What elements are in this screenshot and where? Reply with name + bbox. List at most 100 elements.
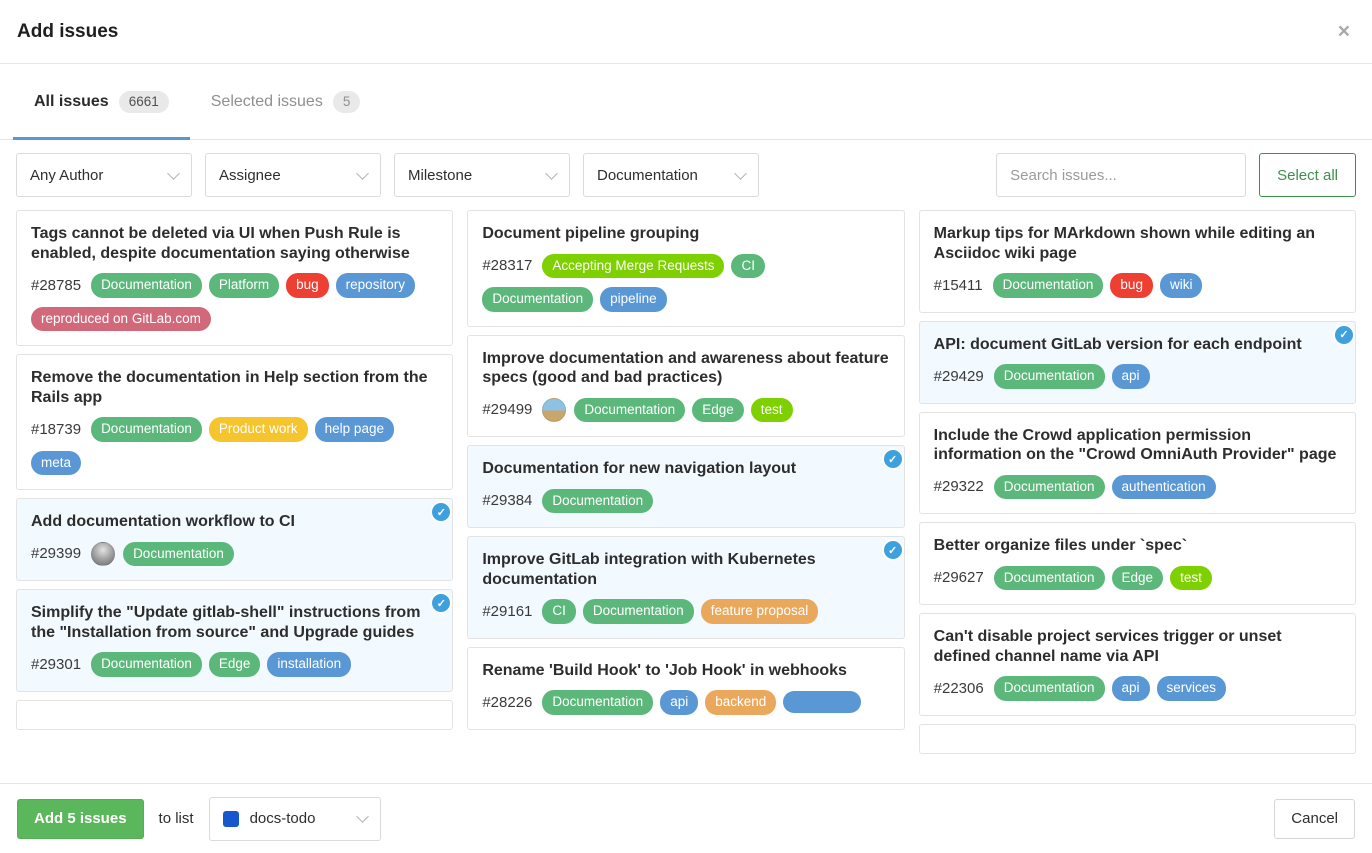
filter-dropdown-any-author[interactable]: Any Author xyxy=(16,153,192,197)
issue-label: Documentation xyxy=(994,676,1105,701)
issue-card[interactable]: Rename 'Build Hook' to 'Job Hook' in web… xyxy=(467,647,904,730)
filter-bar: Any Author Assignee Milestone Documentation… xyxy=(16,153,1356,197)
issue-label: feature proposal xyxy=(701,599,819,624)
tab-count-badge: 5 xyxy=(333,91,361,113)
issue-card[interactable]: Better organize files under `spec` #29627… xyxy=(919,522,1356,605)
issue-number: #28785 xyxy=(31,277,81,294)
issue-title: Tags cannot be deleted via UI when Push … xyxy=(31,224,438,263)
issue-label: Documentation xyxy=(542,690,653,715)
issue-label: CI xyxy=(731,254,765,279)
issue-meta: #29399 Documentation xyxy=(31,542,438,567)
search-input[interactable] xyxy=(996,153,1246,197)
modal-header: Add issues × xyxy=(0,0,1372,64)
issue-label: Documentation xyxy=(91,273,202,298)
issue-title: Improve GitLab integration with Kubernet… xyxy=(482,550,889,589)
to-list-label: to list xyxy=(159,810,194,827)
issue-card[interactable]: Remove the documentation in Help section… xyxy=(16,354,453,490)
issue-number: #29322 xyxy=(934,478,984,495)
cancel-button[interactable]: Cancel xyxy=(1274,799,1355,839)
issue-number: #29399 xyxy=(31,545,81,562)
issue-title: Add documentation workflow to CI xyxy=(31,512,438,532)
dropdown-label: Any Author xyxy=(30,167,103,184)
issue-label: Product work xyxy=(209,417,308,442)
issue-label: Documentation xyxy=(123,542,234,567)
issue-label: Documentation xyxy=(994,364,1105,389)
issue-card[interactable]: Can't disable project services trigger o… xyxy=(919,613,1356,716)
filter-dropdowns: Any Author Assignee Milestone Documentation xyxy=(16,153,759,197)
issue-card[interactable]: API: document GitLab version for each en… xyxy=(919,321,1356,404)
issue-meta: #29161CIDocumentationfeature proposal xyxy=(482,599,889,624)
modal-title: Add issues xyxy=(17,21,118,43)
issue-label: Documentation xyxy=(994,566,1105,591)
filter-dropdown-assignee[interactable]: Assignee xyxy=(205,153,381,197)
list-dropdown[interactable]: docs-todo xyxy=(209,797,381,841)
issue-number: #28317 xyxy=(482,257,532,274)
issue-number: #29384 xyxy=(482,492,532,509)
issue-label xyxy=(783,691,861,713)
issue-label: help page xyxy=(315,417,394,442)
issue-label: api xyxy=(1112,676,1150,701)
filter-dropdown-milestone[interactable]: Milestone xyxy=(394,153,570,197)
close-icon[interactable]: × xyxy=(1338,21,1350,42)
issue-meta: #29429 Documentation api xyxy=(934,364,1341,389)
issue-card[interactable] xyxy=(919,724,1356,754)
selected-check-icon xyxy=(430,592,452,614)
issue-card[interactable]: Tags cannot be deleted via UI when Push … xyxy=(16,210,453,346)
tab-label: Selected issues xyxy=(211,93,323,111)
chevron-down-icon xyxy=(167,167,180,180)
issue-meta: #29627 Documentation Edgetest xyxy=(934,566,1341,591)
issue-number: #29429 xyxy=(934,368,984,385)
issue-title: Simplify the "Update gitlab-shell" instr… xyxy=(31,603,438,642)
issue-label: Documentation xyxy=(91,417,202,442)
issue-label: Documentation xyxy=(482,287,593,312)
issue-number: #28226 xyxy=(482,694,532,711)
issue-label: wiki xyxy=(1160,273,1203,298)
issue-number: #29627 xyxy=(934,569,984,586)
issue-card[interactable]: Improve GitLab integration with Kubernet… xyxy=(467,536,904,639)
issue-label: CI xyxy=(542,599,576,624)
tab-count-badge: 6661 xyxy=(119,91,169,113)
issue-meta: #15411Documentationbugwiki xyxy=(934,273,1341,298)
issue-title: Better organize files under `spec` xyxy=(934,536,1341,556)
issue-meta: #18739DocumentationProduct workhelp page… xyxy=(31,417,438,475)
tab-selected-issues[interactable]: Selected issues 5 xyxy=(190,64,382,139)
issue-meta: #29322Documentationauthentication xyxy=(934,475,1341,500)
issue-label: bug xyxy=(1110,273,1153,298)
issue-label: test xyxy=(1170,566,1212,591)
issues-column: Tags cannot be deleted via UI when Push … xyxy=(16,210,453,783)
issue-title: Rename 'Build Hook' to 'Job Hook' in web… xyxy=(482,661,889,681)
chevron-down-icon xyxy=(356,810,369,823)
issue-card[interactable]: Documentation for new navigation layout #… xyxy=(467,445,904,528)
issue-card[interactable]: Include the Crowd application permission… xyxy=(919,412,1356,515)
issue-title: Can't disable project services trigger o… xyxy=(934,627,1341,666)
issue-label: Documentation xyxy=(542,489,653,514)
issue-label: api xyxy=(1112,364,1150,389)
issue-card[interactable]: Markup tips for MArkdown shown while edi… xyxy=(919,210,1356,313)
issue-card[interactable] xyxy=(16,700,453,730)
select-all-button[interactable]: Select all xyxy=(1259,153,1356,197)
issue-card[interactable]: Simplify the "Update gitlab-shell" instr… xyxy=(16,589,453,692)
issue-label: meta xyxy=(31,451,81,476)
issue-card[interactable]: Document pipeline grouping#28317Acceptin… xyxy=(467,210,904,327)
add-issues-button[interactable]: Add 5 issues xyxy=(17,799,144,839)
issue-meta: #22306Documentationapiservices xyxy=(934,676,1341,701)
selected-check-icon xyxy=(430,501,452,523)
issue-meta: #29384 Documentation xyxy=(482,489,889,514)
tab-all-issues[interactable]: All issues6661 xyxy=(13,64,190,139)
issue-title: Remove the documentation in Help section… xyxy=(31,368,438,407)
issue-label: Edge xyxy=(1112,566,1164,591)
issue-label: Edge xyxy=(209,652,261,677)
issue-card[interactable]: Add documentation workflow to CI #29399 Do… xyxy=(16,498,453,581)
issue-title: Documentation for new navigation layout xyxy=(482,459,889,479)
add-issues-modal: Add issues × All issues6661Selected issu… xyxy=(0,0,1372,783)
issue-title: Improve documentation and awareness abou… xyxy=(482,349,889,388)
issue-number: #29301 xyxy=(31,656,81,673)
issue-label: pipeline xyxy=(600,287,667,312)
issue-title: Markup tips for MArkdown shown while edi… xyxy=(934,224,1341,263)
issue-meta: #29499DocumentationEdgetest xyxy=(482,398,889,423)
issue-card[interactable]: Improve documentation and awareness abou… xyxy=(467,335,904,438)
filter-dropdown-documentation[interactable]: Documentation xyxy=(583,153,759,197)
issue-label: reproduced on GitLab.com xyxy=(31,307,211,332)
issue-meta: #28785DocumentationPlatformbugrepository… xyxy=(31,273,438,331)
issue-label: api xyxy=(660,690,698,715)
